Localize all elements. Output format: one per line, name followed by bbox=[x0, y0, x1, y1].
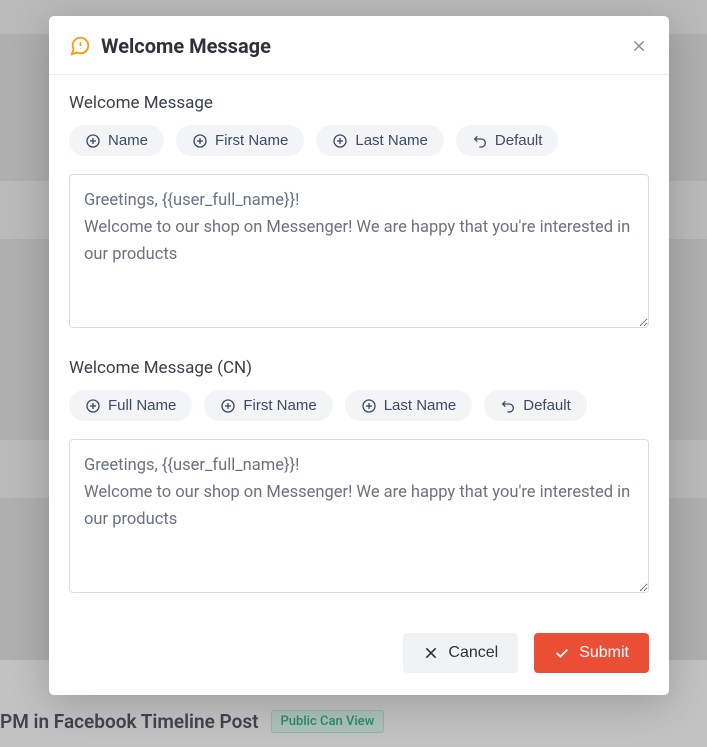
chip-label: Name bbox=[108, 132, 148, 149]
chip-first-name[interactable]: First Name bbox=[204, 390, 332, 421]
check-icon bbox=[554, 645, 570, 661]
submit-button[interactable]: Submit bbox=[534, 633, 649, 673]
chips-row: Name First Name Last Name Default bbox=[69, 125, 649, 156]
close-icon bbox=[423, 645, 439, 661]
modal-title-text: Welcome Message bbox=[101, 34, 271, 58]
chip-label: Last Name bbox=[384, 397, 457, 414]
page-backdrop: PM in Facebook Timeline Post Public Can … bbox=[0, 0, 707, 747]
chips-row: Full Name First Name Last Name Default bbox=[69, 390, 649, 421]
plus-circle-icon bbox=[220, 398, 236, 414]
welcome-message-section: Welcome Message Name First Name Last Nam… bbox=[69, 93, 649, 332]
chip-label: Default bbox=[495, 132, 543, 149]
plus-circle-icon bbox=[332, 133, 348, 149]
plus-circle-icon bbox=[85, 398, 101, 414]
modal-header: Welcome Message bbox=[49, 16, 669, 75]
chip-last-name[interactable]: Last Name bbox=[316, 125, 444, 156]
welcome-message-cn-textarea[interactable] bbox=[69, 439, 649, 593]
cancel-button[interactable]: Cancel bbox=[403, 633, 518, 673]
plus-circle-icon bbox=[85, 133, 101, 149]
section-label: Welcome Message bbox=[69, 93, 649, 113]
welcome-message-cn-section: Welcome Message (CN) Full Name First Nam… bbox=[69, 358, 649, 597]
chip-default[interactable]: Default bbox=[456, 125, 559, 156]
plus-circle-icon bbox=[361, 398, 377, 414]
chip-label: First Name bbox=[215, 132, 288, 149]
chip-label: First Name bbox=[243, 397, 316, 414]
welcome-message-textarea[interactable] bbox=[69, 174, 649, 328]
chip-label: Full Name bbox=[108, 397, 176, 414]
modal-body: Welcome Message Name First Name Last Nam… bbox=[49, 75, 669, 619]
welcome-message-modal: Welcome Message Welcome Message Name bbox=[49, 16, 669, 695]
modal-footer: Cancel Submit bbox=[49, 619, 669, 695]
chip-label: Last Name bbox=[355, 132, 428, 149]
message-info-icon bbox=[69, 35, 91, 57]
close-icon bbox=[631, 38, 647, 54]
chip-label: Default bbox=[523, 397, 571, 414]
close-button[interactable] bbox=[629, 36, 649, 56]
chip-name[interactable]: Name bbox=[69, 125, 164, 156]
section-label: Welcome Message (CN) bbox=[69, 358, 649, 378]
submit-label: Submit bbox=[579, 644, 629, 662]
undo-icon bbox=[500, 398, 516, 414]
undo-icon bbox=[472, 133, 488, 149]
chip-last-name[interactable]: Last Name bbox=[345, 390, 473, 421]
chip-default[interactable]: Default bbox=[484, 390, 587, 421]
chip-full-name[interactable]: Full Name bbox=[69, 390, 192, 421]
cancel-label: Cancel bbox=[448, 644, 498, 662]
chip-first-name[interactable]: First Name bbox=[176, 125, 304, 156]
plus-circle-icon bbox=[192, 133, 208, 149]
modal-title: Welcome Message bbox=[69, 34, 271, 58]
